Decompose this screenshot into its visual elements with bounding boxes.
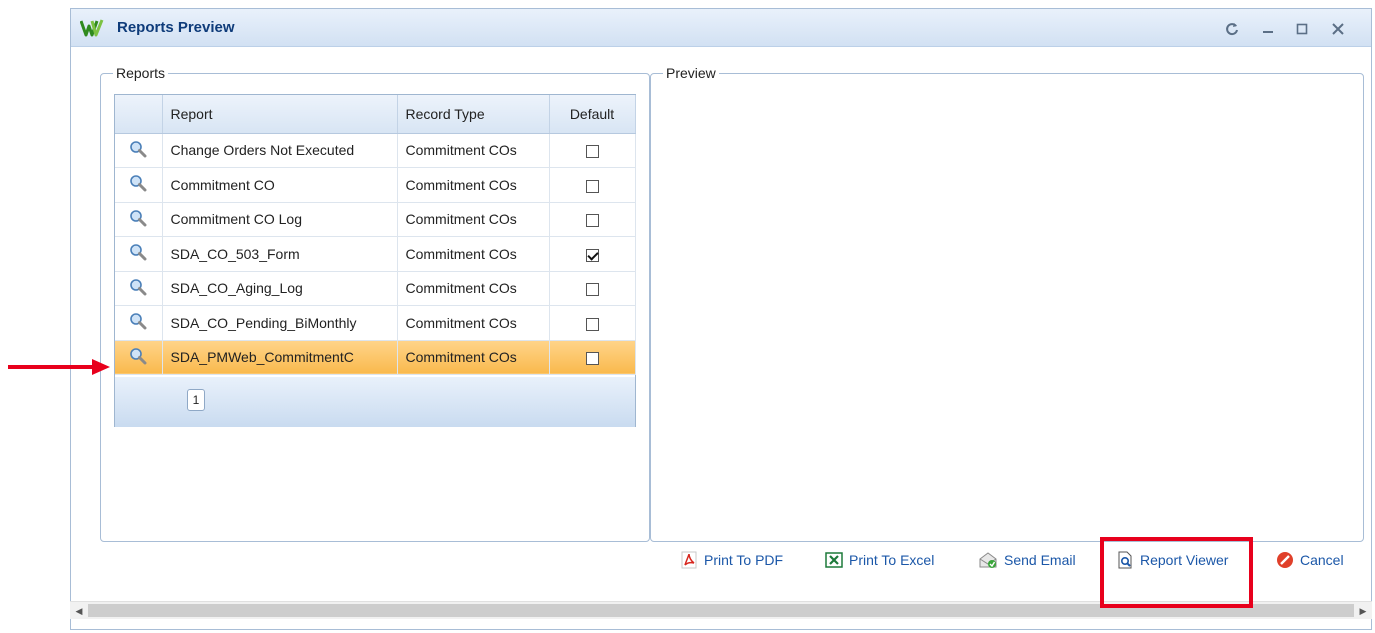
default-checkbox[interactable] — [585, 145, 599, 159]
report-name-cell[interactable]: Commitment CO — [162, 167, 398, 203]
magnifier-icon[interactable] — [129, 209, 147, 227]
reports-legend: Reports — [116, 65, 166, 81]
report-name-cell[interactable]: SDA_PMWeb_CommitmentC — [162, 340, 398, 375]
magnifier-icon[interactable] — [129, 312, 147, 330]
print-pdf-label: Print To PDF — [704, 552, 784, 568]
print-excel-button[interactable]: Print To Excel — [825, 550, 934, 570]
preview-group: Preview — [650, 65, 1364, 542]
preview-report-cell[interactable] — [115, 305, 163, 341]
record-type-cell[interactable]: Commitment COs — [397, 202, 550, 237]
table-row[interactable]: Change Orders Not Executed Commitment COs — [115, 133, 636, 168]
table-row[interactable]: SDA_CO_503_Form Commitment COs — [115, 236, 636, 272]
cancel-button[interactable]: Cancel — [1276, 550, 1344, 570]
report-name-cell[interactable]: SDA_CO_Aging_Log — [162, 271, 398, 306]
default-cell — [549, 236, 636, 272]
preview-report-cell[interactable] — [115, 133, 163, 168]
annotation-highlight-box — [1100, 537, 1253, 608]
report-name-cell[interactable]: SDA_CO_Pending_BiMonthly — [162, 305, 398, 341]
default-checkbox[interactable] — [585, 248, 599, 262]
preview-report-cell[interactable] — [115, 202, 163, 237]
magnifier-icon[interactable] — [129, 347, 147, 365]
maximize-icon[interactable] — [1293, 20, 1311, 38]
preview-report-cell[interactable] — [115, 236, 163, 272]
default-cell — [549, 271, 636, 306]
default-checkbox[interactable] — [585, 317, 599, 331]
preview-legend: Preview — [666, 65, 716, 81]
record-type-cell[interactable]: Commitment COs — [397, 133, 550, 168]
window-title: Reports Preview — [117, 19, 235, 36]
scroll-left-icon[interactable]: ◀ — [73, 604, 85, 618]
table-row[interactable]: Commitment CO Log Commitment COs — [115, 202, 636, 237]
default-checkbox[interactable] — [585, 179, 599, 193]
default-cell — [549, 202, 636, 237]
scroll-right-icon[interactable]: ▶ — [1357, 604, 1369, 618]
grid-body: Change Orders Not Executed Commitment COs… — [115, 133, 636, 375]
pdf-icon — [681, 551, 697, 569]
grid-header-row: Report Record Type Default — [115, 95, 636, 134]
title-bar: Reports Preview — [71, 9, 1371, 47]
reports-group: Reports Report Record Type Default Chang… — [100, 65, 650, 542]
record-type-cell[interactable]: Commitment COs — [397, 340, 550, 375]
reports-grid: Report Record Type Default Change Orders… — [114, 94, 636, 427]
header-report[interactable]: Report — [162, 95, 398, 134]
report-name-cell[interactable]: Commitment CO Log — [162, 202, 398, 237]
minimize-icon[interactable] — [1259, 20, 1277, 38]
default-checkbox[interactable] — [585, 352, 599, 366]
header-icon-column — [115, 95, 163, 134]
send-email-button[interactable]: Send Email — [978, 550, 1076, 570]
print-excel-label: Print To Excel — [849, 552, 935, 568]
record-type-cell[interactable]: Commitment COs — [397, 271, 550, 306]
cancel-label: Cancel — [1300, 552, 1344, 568]
magnifier-icon[interactable] — [129, 278, 147, 296]
magnifier-icon[interactable] — [129, 140, 147, 158]
table-row[interactable]: SDA_CO_Pending_BiMonthly Commitment COs — [115, 305, 636, 341]
record-type-cell[interactable]: Commitment COs — [397, 236, 550, 272]
preview-report-cell[interactable] — [115, 271, 163, 306]
grid-pager: 1 — [115, 377, 635, 427]
annotation-arrow-icon — [8, 359, 110, 375]
default-cell — [549, 305, 636, 341]
preview-report-cell[interactable] — [115, 167, 163, 203]
default-cell — [549, 340, 636, 375]
send-email-label: Send Email — [1004, 552, 1076, 568]
refresh-icon[interactable] — [1223, 20, 1241, 38]
magnifier-icon[interactable] — [129, 174, 147, 192]
record-type-cell[interactable]: Commitment COs — [397, 305, 550, 341]
default-cell — [549, 167, 636, 203]
reports-table: Report Record Type Default Change Orders… — [115, 95, 636, 375]
email-icon — [979, 552, 997, 568]
report-name-cell[interactable]: Change Orders Not Executed — [162, 133, 398, 168]
default-cell — [549, 133, 636, 168]
close-icon[interactable] — [1329, 20, 1347, 38]
excel-icon — [825, 552, 843, 568]
print-pdf-button[interactable]: Print To PDF — [680, 550, 783, 570]
table-row[interactable]: Commitment CO Commitment COs — [115, 167, 636, 203]
report-name-cell[interactable]: SDA_CO_503_Form — [162, 236, 398, 272]
header-record-type[interactable]: Record Type — [397, 95, 550, 134]
table-row[interactable]: SDA_PMWeb_CommitmentC Commitment COs — [115, 340, 636, 375]
table-row[interactable]: SDA_CO_Aging_Log Commitment COs — [115, 271, 636, 306]
default-checkbox[interactable] — [585, 283, 599, 297]
page-button[interactable]: 1 — [187, 389, 205, 411]
app-logo-icon — [80, 19, 104, 37]
preview-report-cell[interactable] — [115, 340, 163, 375]
cancel-icon — [1277, 552, 1293, 568]
magnifier-icon[interactable] — [129, 243, 147, 261]
header-default[interactable]: Default — [549, 95, 636, 134]
default-checkbox[interactable] — [585, 214, 599, 228]
record-type-cell[interactable]: Commitment COs — [397, 167, 550, 203]
